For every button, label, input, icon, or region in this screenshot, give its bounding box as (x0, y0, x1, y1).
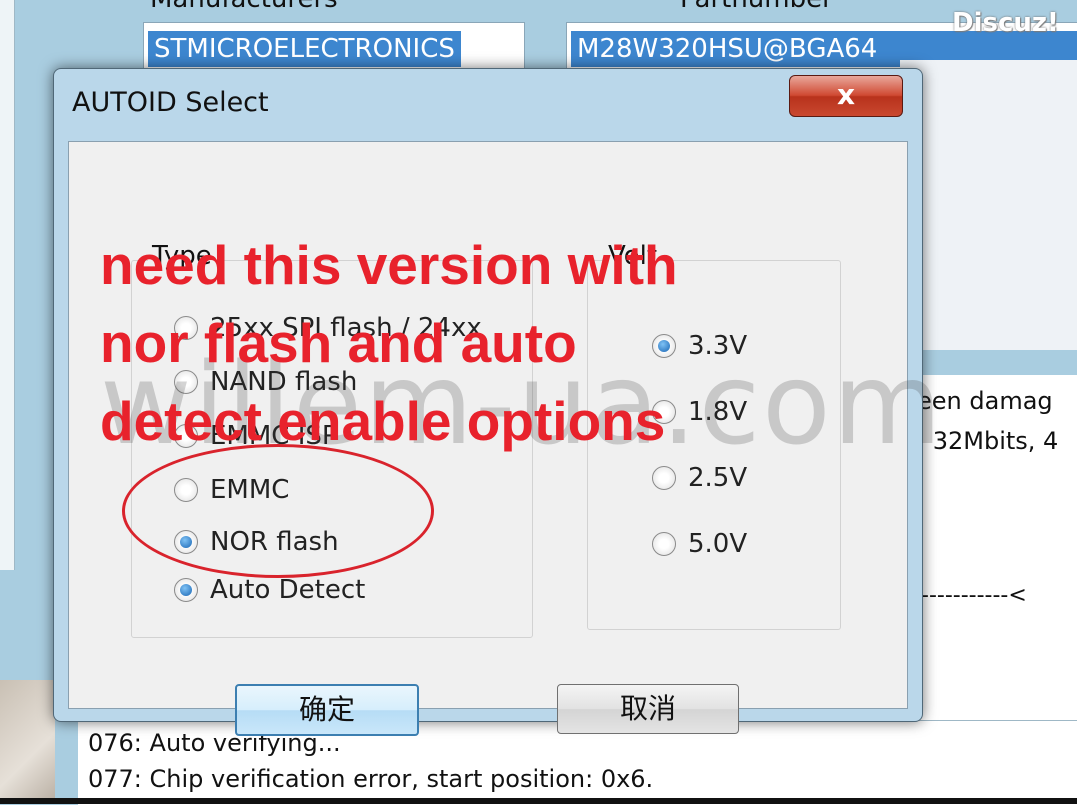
radio-button[interactable] (652, 532, 676, 556)
cancel-button[interactable]: 取消 (557, 684, 739, 734)
type-option-label: Auto Detect (210, 575, 366, 605)
manufacturers-header: Manufacturers (150, 0, 338, 14)
volt-option-5v0[interactable]: 5.0V (652, 529, 747, 559)
right-panel (900, 60, 1077, 350)
ok-button[interactable]: 确定 (235, 684, 419, 736)
dialog-title: AUTOID Select (72, 87, 269, 118)
radio-button-checked[interactable] (174, 578, 198, 602)
partnumber-header: Partnumber (680, 0, 833, 14)
annotation-line: nor flash and auto (100, 312, 577, 374)
annotation-ellipse (122, 444, 434, 578)
left-panel (0, 0, 15, 570)
dash-line: -----------< (921, 583, 1027, 608)
annotation-line: detect enable options (100, 390, 666, 452)
discuz-watermark: Discuz! (952, 8, 1059, 38)
close-icon: x (836, 78, 856, 111)
type-option-auto-detect[interactable]: Auto Detect (174, 575, 365, 605)
manufacturer-selected[interactable]: STMICROELECTRONICS (148, 31, 461, 67)
left-photo (0, 680, 55, 804)
volt-option-label: 5.0V (688, 529, 748, 559)
log-line: 077: Chip verification error, start posi… (88, 765, 654, 793)
annotation-text: need this version with nor flash and aut… (100, 226, 740, 460)
annotation-line: need this version with (100, 234, 678, 296)
close-button[interactable]: x (789, 75, 903, 117)
bottom-bar (0, 798, 1077, 804)
